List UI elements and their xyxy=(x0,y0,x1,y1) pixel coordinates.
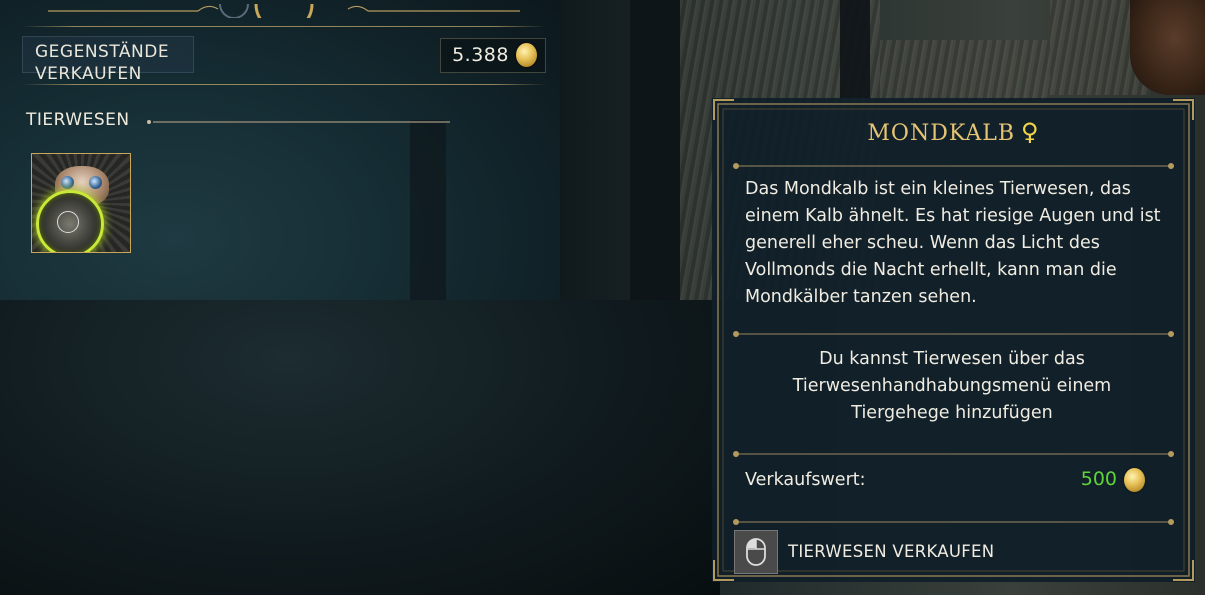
beast-detail-panel: MONDKALB ♀ Das Mondkalb ist ein kleines T… xyxy=(712,98,1195,582)
eye xyxy=(61,176,74,189)
character-face xyxy=(1130,0,1205,95)
selection-center-icon xyxy=(57,211,79,233)
sell-value-label: Verkaufswert: xyxy=(745,470,866,490)
galleon-coin-icon xyxy=(1124,468,1145,492)
divider-line xyxy=(22,84,546,85)
sell-value-amount: 500 xyxy=(1080,468,1117,490)
money-display: 5.388 xyxy=(440,38,546,73)
mouse-left-click-icon xyxy=(734,530,778,574)
beast-item-mondkalb[interactable] xyxy=(31,153,131,253)
section-title: TIERWESEN xyxy=(26,110,130,130)
eye xyxy=(89,176,102,189)
hay-bale xyxy=(880,40,1050,100)
divider-ornament xyxy=(733,331,1174,337)
beast-name: MONDKALB xyxy=(867,121,1016,146)
barn-floor xyxy=(0,300,720,595)
divider-ornament xyxy=(733,163,1174,169)
enclosure-hint: Du kannst Tierwesen über das Tierwesenha… xyxy=(792,349,1112,423)
divider-ornament xyxy=(733,519,1174,525)
money-amount: 5.388 xyxy=(452,44,509,66)
header-bar: GEGENSTÄNDE VERKAUFEN 5.388 xyxy=(22,26,546,88)
sell-items-tab[interactable]: GEGENSTÄNDE VERKAUFEN xyxy=(22,36,194,84)
section-underline xyxy=(147,120,450,124)
sell-beast-label: TIERWESEN VERKAUFEN xyxy=(788,542,995,561)
divider-line xyxy=(22,26,546,27)
top-ornament xyxy=(48,4,520,18)
female-symbol-icon: ♀ xyxy=(1021,118,1040,146)
galleon-coin-icon xyxy=(516,43,537,67)
sell-beast-action[interactable]: TIERWESEN VERKAUFEN xyxy=(734,530,1064,574)
sell-items-label: GEGENSTÄNDE VERKAUFEN xyxy=(35,42,170,84)
beast-description: Das Mondkalb ist ein kleines Tierwesen, … xyxy=(745,179,1161,307)
beast-name-heading: MONDKALB ♀ xyxy=(712,118,1195,146)
wooden-beam xyxy=(840,0,870,98)
divider-ornament xyxy=(733,451,1174,457)
